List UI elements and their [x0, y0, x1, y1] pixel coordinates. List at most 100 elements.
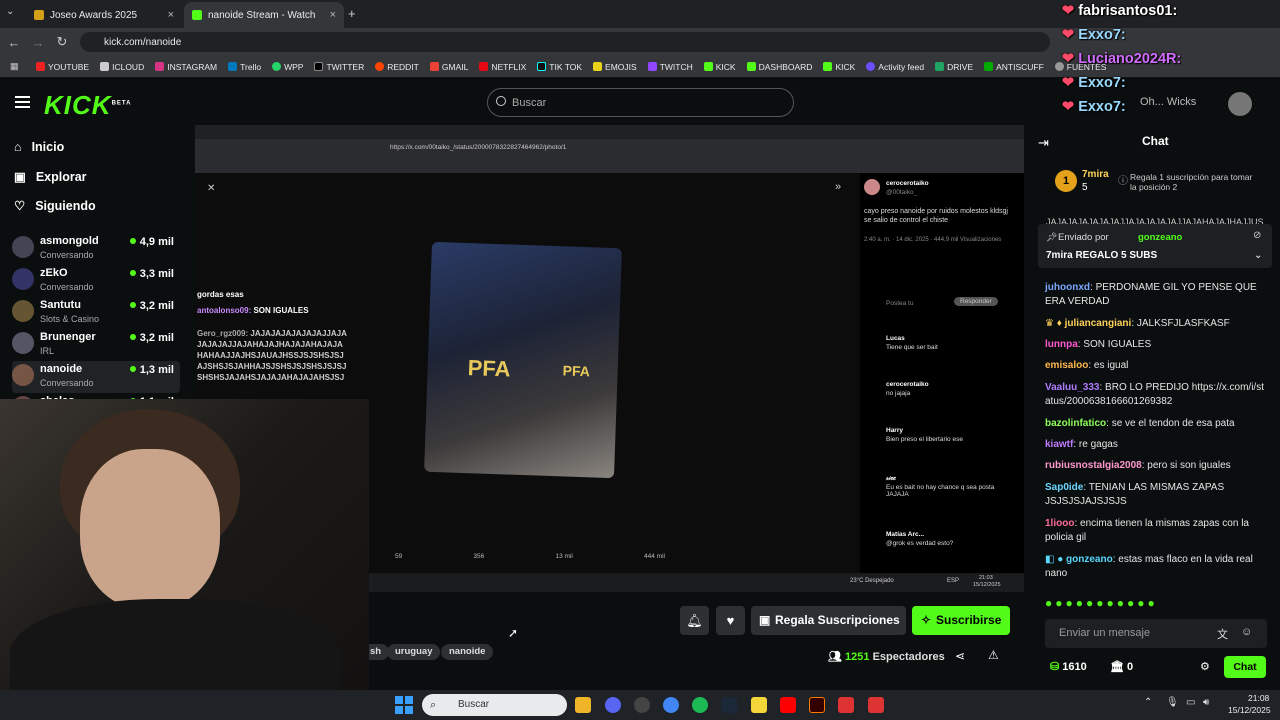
bookmark[interactable]: REDDIT [375, 62, 419, 72]
bookmark[interactable]: DASHBOARD [746, 62, 812, 72]
volume-icon[interactable]: 🔊︎ [1203, 697, 1209, 708]
chat-send-button[interactable]: Chat [1224, 656, 1266, 678]
sidebar-item-siguiendo[interactable]: ♡ Siguiendo [14, 198, 96, 214]
compass-icon: ▣ [14, 170, 26, 184]
taskbar-search[interactable]: ⌕ Buscar [422, 694, 567, 716]
subscribe-button[interactable]: ✧ Suscribirse [912, 606, 1010, 635]
apps-grid-icon[interactable]: ▦ [10, 61, 19, 72]
tab-joseo-awards[interactable]: Joseo Awards 2025 × [26, 2, 182, 28]
discord-icon[interactable] [605, 697, 621, 713]
collapse-chat-icon[interactable]: ⇥ [1038, 135, 1049, 151]
sidebar-channel-active[interactable]: nanoide Conversando 1,3 mil [12, 361, 180, 393]
bookmark[interactable]: Trello [228, 62, 261, 72]
gift-subs-button[interactable]: ▣ Regala Suscripciones [751, 606, 906, 635]
sidebar-channel[interactable]: Santutu Slots & Casino 3,2 mil [12, 297, 180, 329]
bookmark[interactable]: GMAIL [429, 62, 468, 72]
tweet-photo[interactable]: PFA PFA [424, 241, 622, 479]
windows-start-icon[interactable] [395, 696, 413, 714]
obs-icon[interactable] [634, 697, 650, 713]
bookmark[interactable]: TWITTER [314, 62, 364, 72]
notification-bell-icon[interactable]: 🔔︎ [680, 606, 709, 635]
bookmark[interactable]: Activity feed [866, 62, 924, 72]
back-icon[interactable]: ← [2, 35, 26, 50]
reply-count[interactable]: 59 [395, 553, 402, 560]
chat-input[interactable]: Enviar un mensaje 文 ☺ [1045, 619, 1267, 648]
like-count[interactable]: 13 mil [555, 553, 572, 560]
clock-date[interactable]: 15/12/2025 [1228, 705, 1271, 715]
bookmark[interactable]: TWITCH [647, 62, 693, 72]
chevron-right-icon[interactable]: » [835, 181, 841, 193]
bookmark[interactable]: NETFLIX [479, 62, 526, 72]
points-display[interactable]: ⛁ 1610 [1050, 660, 1087, 673]
tab-label: Joseo Awards 2025 [50, 9, 138, 21]
close-icon[interactable]: × [168, 9, 174, 21]
leader-name[interactable]: 7mira [1082, 169, 1109, 180]
tab-nanoide-stream[interactable]: nanoide Stream - Watch Live o × [184, 2, 344, 28]
bookmark[interactable]: YOUTUBE [36, 62, 89, 72]
app-icon[interactable] [838, 697, 854, 713]
sidebar-item-inicio[interactable]: ⌂ Inicio [14, 140, 64, 154]
bookmark[interactable]: EMOJIS [593, 62, 637, 72]
youtube-icon[interactable] [780, 697, 796, 713]
inner-bookmarks [195, 161, 1024, 173]
network-icon[interactable]: ▭ [1186, 697, 1195, 708]
tag-pill[interactable]: uruguay [387, 644, 441, 660]
forward-icon[interactable]: → [26, 35, 50, 50]
illustrator-icon[interactable] [809, 697, 825, 713]
bookmark[interactable]: WPP [272, 62, 303, 72]
sidebar-channel[interactable]: zEkO Conversando 3,3 mil [12, 265, 180, 297]
menu-icon[interactable] [15, 96, 30, 108]
sidebar-channel[interactable]: asmongold Conversando 4,9 mil [12, 233, 180, 265]
reload-icon[interactable]: ↻ [50, 34, 74, 50]
heart-badge-icon: ❤ [1062, 3, 1075, 19]
sticky-notes-icon[interactable] [751, 697, 767, 713]
tray-chevron-icon[interactable]: ⌃ [1144, 697, 1152, 708]
url-field[interactable]: kick.com/nanoide [80, 32, 1050, 52]
file-explorer-icon[interactable] [575, 697, 591, 713]
photo-text: PFA [467, 355, 511, 382]
alert-line: ❤ fabrisantos01: [1062, 3, 1178, 19]
kick-logo[interactable]: KICKBETA [44, 90, 131, 121]
tab-search-icon[interactable]: ⌄ [6, 6, 14, 17]
follow-heart-icon[interactable]: ♥ [716, 606, 745, 635]
inner-address-bar: https://x.com/00taiko_/status/2000078322… [195, 139, 1024, 161]
close-icon[interactable]: × [330, 9, 336, 21]
repost-count[interactable]: 356 [473, 553, 484, 560]
views-count[interactable]: 444 mil [644, 553, 665, 560]
inner-url: https://x.com/00taiko_/status/2000078322… [390, 144, 567, 151]
bookmark[interactable]: ICLOUD [100, 62, 144, 72]
bookmark[interactable]: KICK [703, 62, 736, 72]
settings-gear-icon[interactable]: ⚙ [1200, 660, 1210, 673]
bookmark[interactable]: KICK [823, 62, 855, 72]
close-icon[interactable]: ✕ [207, 183, 215, 194]
emoji-icon[interactable]: ☺ [1241, 626, 1252, 638]
report-icon[interactable]: ⚠ [988, 648, 999, 662]
app-icon[interactable] [868, 697, 884, 713]
bookmark[interactable]: ANTISCUFF [984, 62, 1044, 72]
bookmark[interactable]: INSTAGRAM [155, 62, 217, 72]
emote-bar[interactable]: ●●●●●●●●●●● [1045, 596, 1270, 612]
steam-icon[interactable] [721, 697, 737, 713]
new-tab-button[interactable]: + [348, 6, 356, 21]
search-input[interactable]: Buscar [487, 88, 794, 117]
avatar [864, 179, 880, 195]
bookmark[interactable]: TIK TOK [537, 62, 582, 72]
reply-button[interactable]: Responder [954, 297, 998, 306]
translate-icon[interactable]: 文 [1217, 626, 1228, 642]
bookmark[interactable]: DRIVE [935, 62, 973, 72]
rewards-display[interactable]: 🏛︎ 0 [1110, 660, 1133, 673]
alert-line: ❤ Exxo7: [1062, 27, 1126, 43]
sidebar-channel[interactable]: Brunenger IRL 3,2 mil [12, 329, 180, 361]
tag-pill[interactable]: nanoide [441, 644, 494, 660]
hide-pin-icon[interactable]: ⊘ [1253, 230, 1261, 241]
info-icon: ⓘ [1118, 176, 1128, 187]
pinned-message[interactable]: 📌︎ Enviado por gonzeano 7mira REGALO 5 S… [1038, 224, 1272, 268]
clock-time[interactable]: 21:08 [1248, 693, 1269, 703]
microphone-icon[interactable]: 🎙︎ [1166, 697, 1179, 708]
reply-input[interactable]: Postea tu [886, 300, 913, 307]
spotify-icon[interactable] [692, 697, 708, 713]
chevron-down-icon[interactable]: ⌄ [1254, 250, 1262, 261]
chrome-icon[interactable] [663, 697, 679, 713]
share-icon[interactable]: ⋖ [955, 649, 965, 663]
sidebar-item-explorar[interactable]: ▣ Explorar [14, 169, 87, 185]
